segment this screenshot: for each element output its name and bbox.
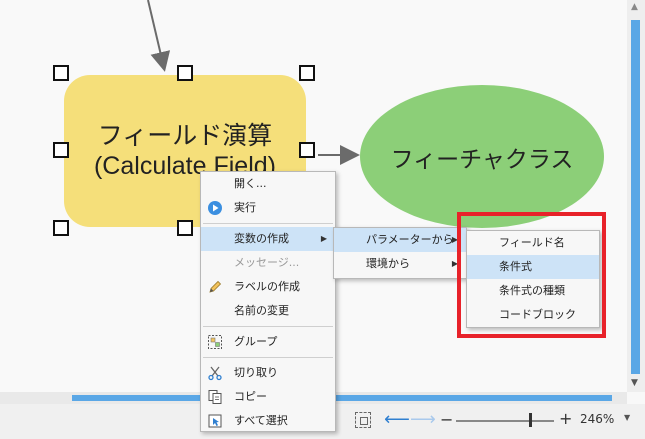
menu-item-rename[interactable]: 名前の変更 — [201, 299, 335, 323]
horizontal-scroll-thumb[interactable] — [72, 395, 612, 401]
scissors-icon — [208, 366, 222, 381]
menu-item-run[interactable]: 実行 — [201, 196, 335, 220]
selection-handle-top-right[interactable] — [299, 65, 315, 81]
menu-item-label: コピー — [234, 390, 267, 403]
input-connector[interactable] — [147, 0, 171, 72]
vertical-scrollbar[interactable]: ▲ ▼ — [627, 0, 645, 392]
menu-item-label: 開く... — [234, 177, 267, 190]
submenu-arrow-icon: ▶ — [320, 234, 327, 243]
zoom-slider-knob[interactable] — [528, 413, 532, 427]
menu-item-create-label[interactable]: ラベルの作成 — [201, 275, 335, 299]
forward-arrow-icon[interactable]: ⟶ — [410, 409, 436, 430]
selection-handle-bottom-left[interactable] — [53, 220, 69, 236]
select-all-icon — [208, 414, 222, 428]
menu-item-from-environment[interactable]: 環境から ▶ — [334, 252, 466, 276]
menu-item-label: メッセージ... — [234, 256, 300, 269]
menu-item-label: 実行 — [234, 201, 256, 214]
context-menu: 開く... 実行 変数の作成 ▶ メッセージ... ラベルの作成 名前の変更 グ… — [200, 171, 336, 432]
tool-node-title: フィールド演算 — [97, 122, 273, 150]
zoom-in-button[interactable]: + — [559, 409, 572, 428]
scroll-down-icon[interactable]: ▼ — [631, 378, 638, 388]
zoom-slider[interactable] — [456, 420, 554, 422]
menu-separator — [203, 357, 333, 358]
menu-item-label: 切り取り — [234, 366, 278, 379]
menu-item-label: ラベルの作成 — [234, 280, 300, 293]
menu-item-cut[interactable]: 切り取り — [201, 361, 335, 385]
feature-class-data-node[interactable]: フィーチャクラス — [360, 85, 604, 228]
scroll-up-icon[interactable]: ▲ — [631, 2, 638, 12]
menu-item-label: 名前の変更 — [234, 304, 289, 317]
menu-item-group[interactable]: グループ — [201, 330, 335, 354]
menu-item-create-variable[interactable]: 変数の作成 ▶ — [201, 227, 335, 251]
back-arrow-icon[interactable]: ⟵ — [384, 409, 410, 430]
menu-item-from-parameter[interactable]: パラメーターから ▶ — [334, 228, 466, 252]
menu-item-open[interactable]: 開く... — [201, 172, 335, 196]
zoom-level: 246% — [580, 412, 615, 426]
menu-item-copy[interactable]: コピー — [201, 385, 335, 409]
menu-item-label: すべて選択 — [234, 414, 288, 427]
play-icon — [208, 201, 222, 215]
menu-item-label: グループ — [234, 335, 278, 348]
selection-handle-top-center[interactable] — [177, 65, 193, 81]
menu-separator — [203, 326, 333, 327]
copy-icon — [208, 390, 222, 404]
zoom-out-button[interactable]: − — [440, 410, 453, 429]
selection-handle-middle-right[interactable] — [299, 142, 315, 158]
menu-item-label: パラメーターから — [366, 233, 454, 246]
group-icon — [208, 335, 222, 349]
zoom-dropdown-icon[interactable]: ▼ — [624, 413, 630, 422]
menu-item-messages[interactable]: メッセージ... — [201, 251, 335, 275]
selection-handle-top-left[interactable] — [53, 65, 69, 81]
selection-handle-bottom-center[interactable] — [177, 220, 193, 236]
fit-to-window-icon[interactable] — [355, 412, 371, 428]
menu-item-label: 変数の作成 — [234, 232, 289, 245]
menu-separator — [203, 223, 333, 224]
data-node-label: フィーチャクラス — [390, 146, 574, 173]
vertical-scroll-thumb[interactable] — [631, 20, 640, 374]
menu-item-select-all[interactable]: すべて選択 — [201, 409, 335, 433]
pencil-icon — [209, 280, 222, 293]
menu-item-label: 環境から — [366, 257, 410, 270]
create-variable-submenu: パラメーターから ▶ 環境から ▶ — [333, 227, 467, 279]
selection-handle-middle-left[interactable] — [53, 142, 69, 158]
annotation-highlight-box — [457, 212, 606, 338]
